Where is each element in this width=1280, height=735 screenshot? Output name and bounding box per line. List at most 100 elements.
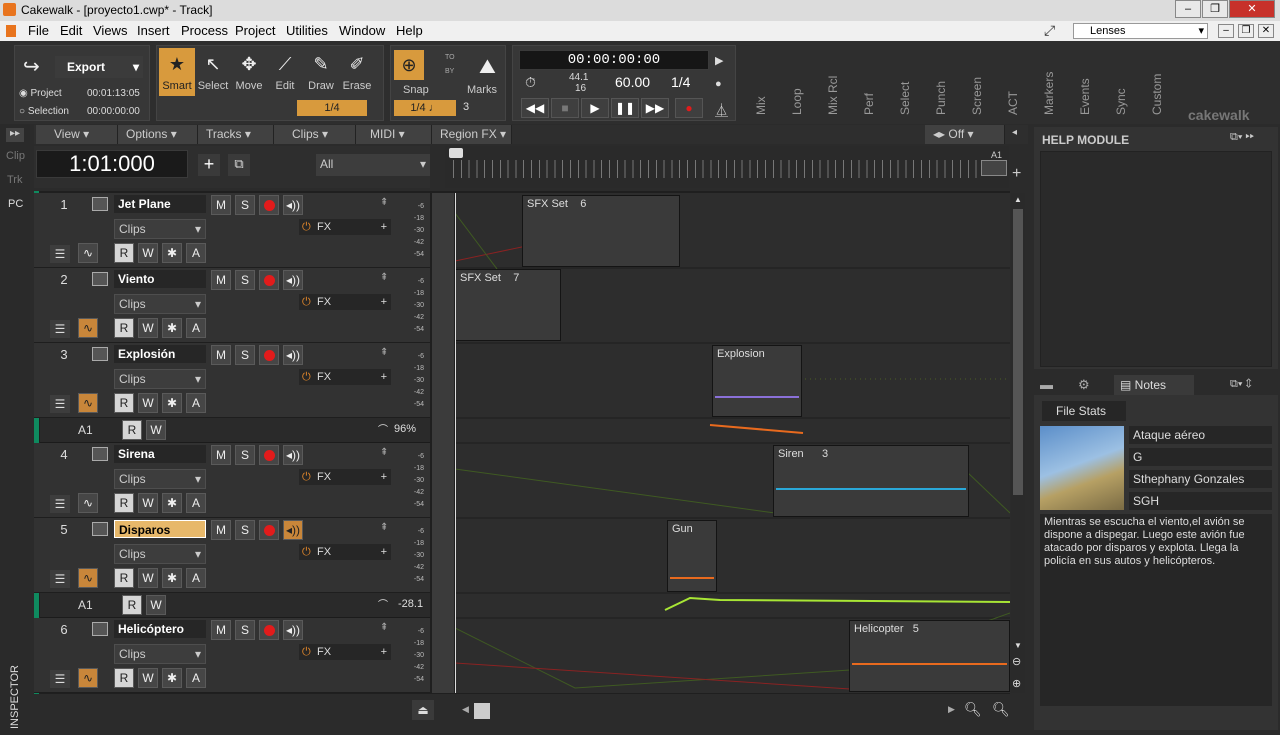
write-automation-button[interactable]: W — [138, 668, 158, 688]
move-tool-button[interactable]: ✥ Move — [231, 48, 267, 96]
archive-button[interactable]: A — [186, 393, 206, 413]
metronome-icon[interactable]: ⏱ — [525, 74, 536, 91]
track-strip-3[interactable]: 3 Explosión M S ◂)) ⇞ Clips ▾ FX ⏻ + ☰ ∿ R … — [34, 343, 430, 418]
automation-write-button[interactable]: W — [146, 420, 166, 440]
fast-forward-button[interactable]: ▶▶ — [641, 98, 669, 118]
module-tab-punch[interactable]: Punch — [930, 45, 956, 121]
track-name[interactable]: Explosión — [114, 345, 206, 363]
module-tab-mix-recall[interactable]: Mix Rcl — [822, 45, 848, 121]
edit-tool-button[interactable]: ⟋ Edit — [267, 48, 303, 96]
input-echo-button[interactable]: ◂)) — [283, 195, 303, 215]
notes-panel-controls[interactable]: ⧉▾ ⇕ — [1230, 378, 1252, 391]
tab-clip[interactable]: Clip — [6, 150, 25, 162]
track-expand-icon[interactable]: ⇞ — [380, 622, 388, 633]
input-echo-button[interactable]: ◂)) — [283, 270, 303, 290]
app-menu-icon[interactable] — [6, 25, 16, 37]
record-arm-button[interactable] — [259, 270, 279, 290]
write-automation-button[interactable]: W — [138, 568, 158, 588]
read-automation-button[interactable]: R — [114, 393, 134, 413]
doc-close-button[interactable]: ✕ — [1258, 24, 1274, 38]
module-tab-custom[interactable]: Custom — [1146, 45, 1172, 121]
record-arm-button[interactable] — [259, 445, 279, 465]
freeze-button[interactable]: ✱ — [162, 493, 182, 513]
input-echo-button[interactable]: ◂)) — [283, 620, 303, 640]
audio-clip[interactable]: Explosion — [712, 345, 802, 417]
folder-icon[interactable]: ▬ — [1040, 377, 1053, 392]
read-automation-button[interactable]: R — [114, 668, 134, 688]
scroll-left-icon[interactable]: ◀ — [462, 704, 469, 715]
menu-views[interactable]: Views — [93, 23, 127, 38]
track-expand-icon[interactable]: ⇞ — [380, 197, 388, 208]
archive-button[interactable]: A — [186, 243, 206, 263]
read-automation-button[interactable]: R — [114, 318, 134, 338]
erase-tool-button[interactable]: ✐ Erase — [339, 48, 375, 96]
automation-value[interactable]: -28.1 — [398, 598, 423, 610]
mute-button[interactable]: M — [211, 620, 231, 640]
menu-project[interactable]: Project — [235, 23, 275, 38]
freeze-button[interactable]: ✱ — [162, 668, 182, 688]
input-echo-button[interactable]: ◂)) — [283, 345, 303, 365]
menu-window[interactable]: Window — [339, 23, 385, 38]
track-name[interactable]: Jet Plane — [114, 195, 206, 213]
now-time-display[interactable]: 1:01:000 — [36, 150, 188, 178]
region-fx-off-dropdown[interactable]: ◂▸ Off ▾ — [925, 125, 1005, 144]
selection-radio[interactable]: ○ Selection — [19, 106, 69, 117]
track-strip-6[interactable]: 6 Helicóptero M S ◂)) ⇞ Clips ▾ FX ⏻ + ☰ ∿ … — [34, 618, 430, 693]
record-button[interactable]: ● — [675, 98, 703, 118]
fx-bin[interactable]: FX ⏻ + — [299, 469, 391, 485]
zoom-in-icon[interactable]: 🔍︎ — [992, 701, 1010, 718]
add-ruler-icon[interactable]: + — [1012, 165, 1021, 183]
solo-button[interactable]: S — [235, 520, 255, 540]
collapse-icon[interactable]: ◂ — [1012, 127, 1017, 138]
lenses-dropdown[interactable]: Lenses ▾ — [1073, 23, 1208, 39]
automation-icon[interactable]: ∿ — [78, 318, 98, 338]
solo-button[interactable]: S — [235, 445, 255, 465]
track-folder-icon[interactable]: ⧉ — [228, 154, 250, 176]
edit-filter-icon[interactable]: ☰ — [50, 670, 70, 688]
mute-button[interactable]: M — [211, 445, 231, 465]
automation-icon[interactable]: ∿ — [78, 393, 98, 413]
audio-clip[interactable]: SFX Set 7 — [455, 269, 561, 341]
menu-region-fx[interactable]: Region FX ▾ — [432, 125, 512, 144]
now-marker-icon[interactable] — [449, 148, 463, 158]
write-automation-button[interactable]: W — [138, 243, 158, 263]
read-automation-button[interactable]: R — [114, 568, 134, 588]
expand-console-icon[interactable]: ⏏ — [412, 700, 434, 720]
archive-button[interactable]: A — [186, 568, 206, 588]
track-clips-dropdown[interactable]: Clips ▾ — [114, 469, 206, 489]
zoom-out-vertical-icon[interactable]: ⊖ — [1012, 655, 1021, 668]
module-tab-markers[interactable]: Markers — [1038, 45, 1064, 121]
doc-restore-button[interactable]: ❐ — [1238, 24, 1254, 38]
restore-button[interactable]: ❐ — [1202, 0, 1228, 18]
add-track-button[interactable]: + — [198, 154, 220, 176]
track-expand-icon[interactable]: ⇞ — [380, 447, 388, 458]
automation-read-button[interactable]: R — [122, 420, 142, 440]
close-button[interactable]: ✕ — [1229, 0, 1275, 18]
mute-button[interactable]: M — [211, 195, 231, 215]
freeze-button[interactable]: ✱ — [162, 243, 182, 263]
select-tool-button[interactable]: ↖ Select — [195, 48, 231, 96]
notes-title-field[interactable]: Ataque aéreo — [1129, 426, 1272, 444]
module-tab-sync[interactable]: Sync — [1110, 45, 1136, 121]
mute-button[interactable]: M — [211, 345, 231, 365]
track-filter-dropdown[interactable]: All ▾ — [316, 154, 430, 176]
track-strip-1[interactable]: 1 Jet Plane M S ◂)) ⇞ Clips ▾ FX ⏻ + ☰ ∿ R … — [34, 193, 430, 268]
expand-inspector-button[interactable]: ▸▸ — [6, 128, 24, 142]
solo-button[interactable]: S — [235, 620, 255, 640]
zoom-out-icon[interactable]: 🔍︎ — [964, 701, 982, 718]
read-automation-button[interactable]: R — [114, 243, 134, 263]
module-tab-loop[interactable]: Loop — [786, 45, 812, 121]
automation-lane-header[interactable]: A1 R W ⌒ -28.1 — [40, 593, 430, 618]
automation-icon[interactable]: ∿ — [78, 668, 98, 688]
input-echo-button[interactable]: ◂)) — [283, 445, 303, 465]
fx-bin[interactable]: FX ⏻ + — [299, 294, 391, 310]
export-button[interactable]: Export ▾ — [55, 56, 143, 78]
track-name[interactable]: Helicóptero — [114, 620, 206, 638]
record-arm-button[interactable] — [259, 620, 279, 640]
timeline-ruler[interactable]: A1 — [445, 146, 1009, 188]
solo-button[interactable]: S — [235, 195, 255, 215]
track-expand-icon[interactable]: ⇞ — [380, 522, 388, 533]
expand-icon[interactable]: ⤢ — [1044, 22, 1055, 39]
module-tab-act[interactable]: ACT — [1002, 45, 1028, 121]
track-name[interactable]: Viento — [114, 270, 206, 288]
